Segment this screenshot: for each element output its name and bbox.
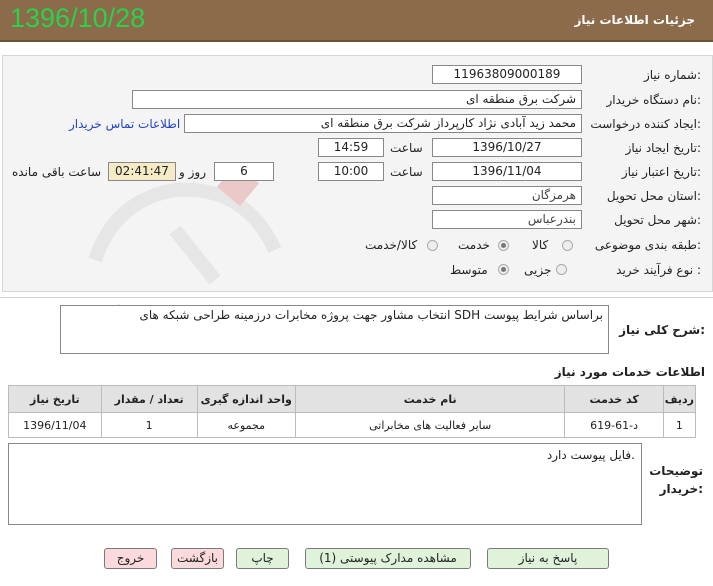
col-unit: واحد اندازه گیری — [196, 385, 296, 413]
cell-unit: مجموعه — [196, 412, 296, 438]
buyer-label: نام دستگاه خریدار: — [606, 93, 702, 107]
process-minor-radio[interactable] — [556, 264, 567, 275]
col-service-name: نام خدمت — [294, 385, 566, 413]
created-hour-label: ساعت — [390, 141, 423, 155]
validity-date-label: تاریخ اعتبار نیاز: — [621, 165, 701, 179]
validity-time-field: 10:00 — [318, 162, 384, 181]
remaining-time-label: ساعت باقی مانده — [12, 165, 102, 179]
col-service-code: کد خدمت — [564, 385, 664, 413]
process-medium-label: متوسط — [450, 263, 488, 277]
reply-to-need-button[interactable]: پاسخ به نیاز — [487, 548, 609, 569]
print-button[interactable]: چاپ — [236, 548, 289, 569]
cell-row-number: 1 — [662, 412, 697, 438]
title-bar: 1396/10/28 جزئیات اطلاعات نیاز — [0, 0, 713, 42]
category-service-radio[interactable] — [498, 240, 509, 251]
remaining-time-field: 02:41:47 — [108, 162, 176, 181]
province-label: استان محل تحویل: — [606, 189, 701, 203]
buyer-contact-link[interactable]: اطلاعات تماس خریدار — [69, 117, 180, 131]
cell-need-date: 1396/11/04 — [8, 412, 102, 438]
buyer-notes-textarea[interactable]: فایل پیوست دارد. — [8, 443, 642, 525]
cell-quantity: 1 — [100, 412, 198, 438]
publish-date: 1396/10/28 — [10, 3, 146, 33]
table-header-row: تاریخ نیاز تعداد / مقدار واحد اندازه گیر… — [8, 385, 697, 413]
created-date-field: 1396/10/27 — [432, 138, 582, 157]
requester-field: محمد زید آبادی نژاد کارپرداز شرکت برق من… — [184, 114, 582, 133]
requester-label: ایجاد کننده درخواست: — [590, 117, 701, 131]
process-medium-radio[interactable] — [498, 264, 509, 275]
cell-service-name: سایر فعالیت های مخابراتی — [294, 412, 566, 438]
col-quantity: تعداد / مقدار — [100, 385, 198, 413]
created-time-field: 14:59 — [318, 138, 384, 157]
exit-button[interactable]: خروج — [104, 548, 157, 569]
province-field: هرمزگان — [432, 186, 582, 205]
col-row-number: ردیف — [662, 385, 697, 413]
process-minor-label: جزیی — [524, 263, 552, 277]
validity-date-field: 1396/11/04 — [432, 162, 582, 181]
category-label: طبقه بندی موضوعی: — [594, 238, 701, 252]
need-number-label: شماره نیاز: — [643, 68, 701, 82]
services-section-title: اطلاعات خدمات مورد نیاز — [554, 365, 705, 379]
view-attachments-button[interactable]: مشاهده مدارک پیوستی (1) — [305, 548, 471, 569]
need-number-field: 1196380900018‌9 — [432, 65, 582, 84]
category-goods-service-label: کالا/خدمت — [365, 238, 418, 252]
days-remaining-field: 6 — [214, 162, 274, 181]
services-table: تاریخ نیاز تعداد / مقدار واحد اندازه گیر… — [8, 385, 697, 438]
divider — [0, 297, 713, 298]
created-date-label: تاریخ ایجاد نیاز: — [625, 141, 701, 155]
category-goods-label: کالا — [532, 238, 549, 252]
back-button[interactable]: بازگشت — [171, 548, 224, 569]
validity-hour-label: ساعت — [390, 165, 423, 179]
process-type-label: نوع فرآیند خرید : — [616, 263, 701, 277]
category-goods-service-radio[interactable] — [427, 240, 438, 251]
table-row: 1396/11/04 1 مجموعه سایر فعالیت های مخاب… — [8, 412, 697, 438]
buyer-notes-label: توضیحات خریدار: — [649, 464, 703, 496]
cell-service-code: د-61-619 — [564, 412, 664, 438]
days-label: روز و — [179, 165, 206, 179]
description-textarea[interactable]: انتخاب مشاور جهت پروژه مخابرات درزمینه ط… — [60, 305, 609, 354]
col-need-date: تاریخ نیاز — [8, 385, 102, 413]
page-title: جزئیات اطلاعات نیاز — [574, 13, 695, 27]
category-service-label: خدمت — [458, 238, 490, 252]
category-goods-radio[interactable] — [562, 240, 573, 251]
city-label: شهر محل تحویل: — [614, 213, 701, 227]
city-field: بندرعباس — [432, 210, 582, 229]
buyer-field: شرکت برق منطقه ای — [132, 90, 582, 109]
description-label: شرح کلی نیاز: — [619, 323, 705, 337]
